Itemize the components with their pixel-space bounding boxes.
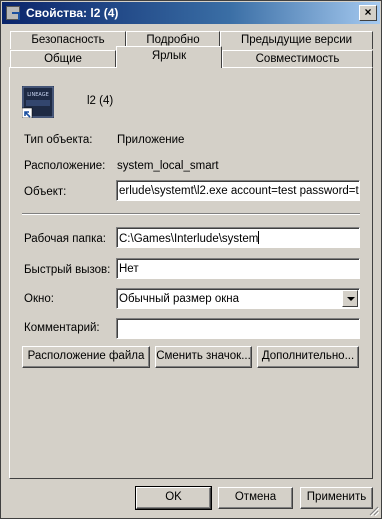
shortcut-icon: [6, 6, 20, 20]
start-in-value: C:\Games\Interlude\system: [119, 233, 259, 245]
tab-previous-versions[interactable]: Предыдущие версии: [220, 31, 373, 49]
target-field[interactable]: erlude\systemt\l2.exe account=test passw…: [116, 180, 360, 201]
comment-label: Комментарий:: [24, 322, 100, 334]
tab-compatibility[interactable]: Совместимость: [222, 50, 373, 68]
start-in-field[interactable]: C:\Games\Interlude\system: [116, 227, 360, 248]
open-file-location-button[interactable]: Расположение файла: [22, 346, 150, 368]
advanced-button[interactable]: Дополнительно...: [257, 346, 359, 368]
shortcut-name: l2 (4): [87, 95, 114, 107]
chevron-down-icon[interactable]: [342, 290, 358, 307]
close-button[interactable]: ×: [359, 5, 377, 21]
run-select-value: Обычный размер окна: [119, 293, 240, 305]
target-label: Объект:: [24, 186, 67, 198]
properties-window: Свойства: l2 (4) × Безопасность Подробно…: [0, 0, 382, 519]
location-value: system_local_smart: [117, 160, 219, 172]
title-bar[interactable]: Свойства: l2 (4) ×: [2, 2, 380, 24]
shortcut-panel: LINEAGE l2 (4) Тип объекта: Приложение Р…: [9, 67, 373, 479]
lineage-app-icon: LINEAGE: [22, 86, 54, 118]
window-title: Свойства: l2 (4): [26, 6, 119, 20]
object-type-value: Приложение: [117, 134, 185, 146]
resize-grip-icon[interactable]: [367, 504, 379, 516]
object-type-label: Тип объекта:: [24, 134, 93, 146]
lineage-icon-text: LINEAGE: [27, 92, 49, 98]
start-in-label: Рабочая папка:: [24, 233, 106, 245]
hotkey-label: Быстрый вызов:: [24, 264, 111, 276]
text-caret: [258, 231, 260, 244]
hotkey-field[interactable]: Нет: [116, 258, 360, 279]
tab-security[interactable]: Безопасность: [10, 31, 126, 49]
separator: [22, 213, 360, 215]
tab-shortcut[interactable]: Ярлык: [116, 46, 222, 68]
cancel-button[interactable]: Отмена: [218, 487, 293, 509]
location-label: Расположение:: [24, 160, 106, 172]
run-label: Окно:: [24, 293, 54, 305]
tab-general[interactable]: Общие: [10, 50, 116, 68]
run-select[interactable]: Обычный размер окна: [116, 288, 360, 309]
comment-field[interactable]: [116, 318, 360, 339]
apply-button[interactable]: Применить: [300, 487, 373, 509]
ok-button[interactable]: OK: [135, 486, 212, 510]
change-icon-button[interactable]: Сменить значок...: [155, 346, 252, 368]
